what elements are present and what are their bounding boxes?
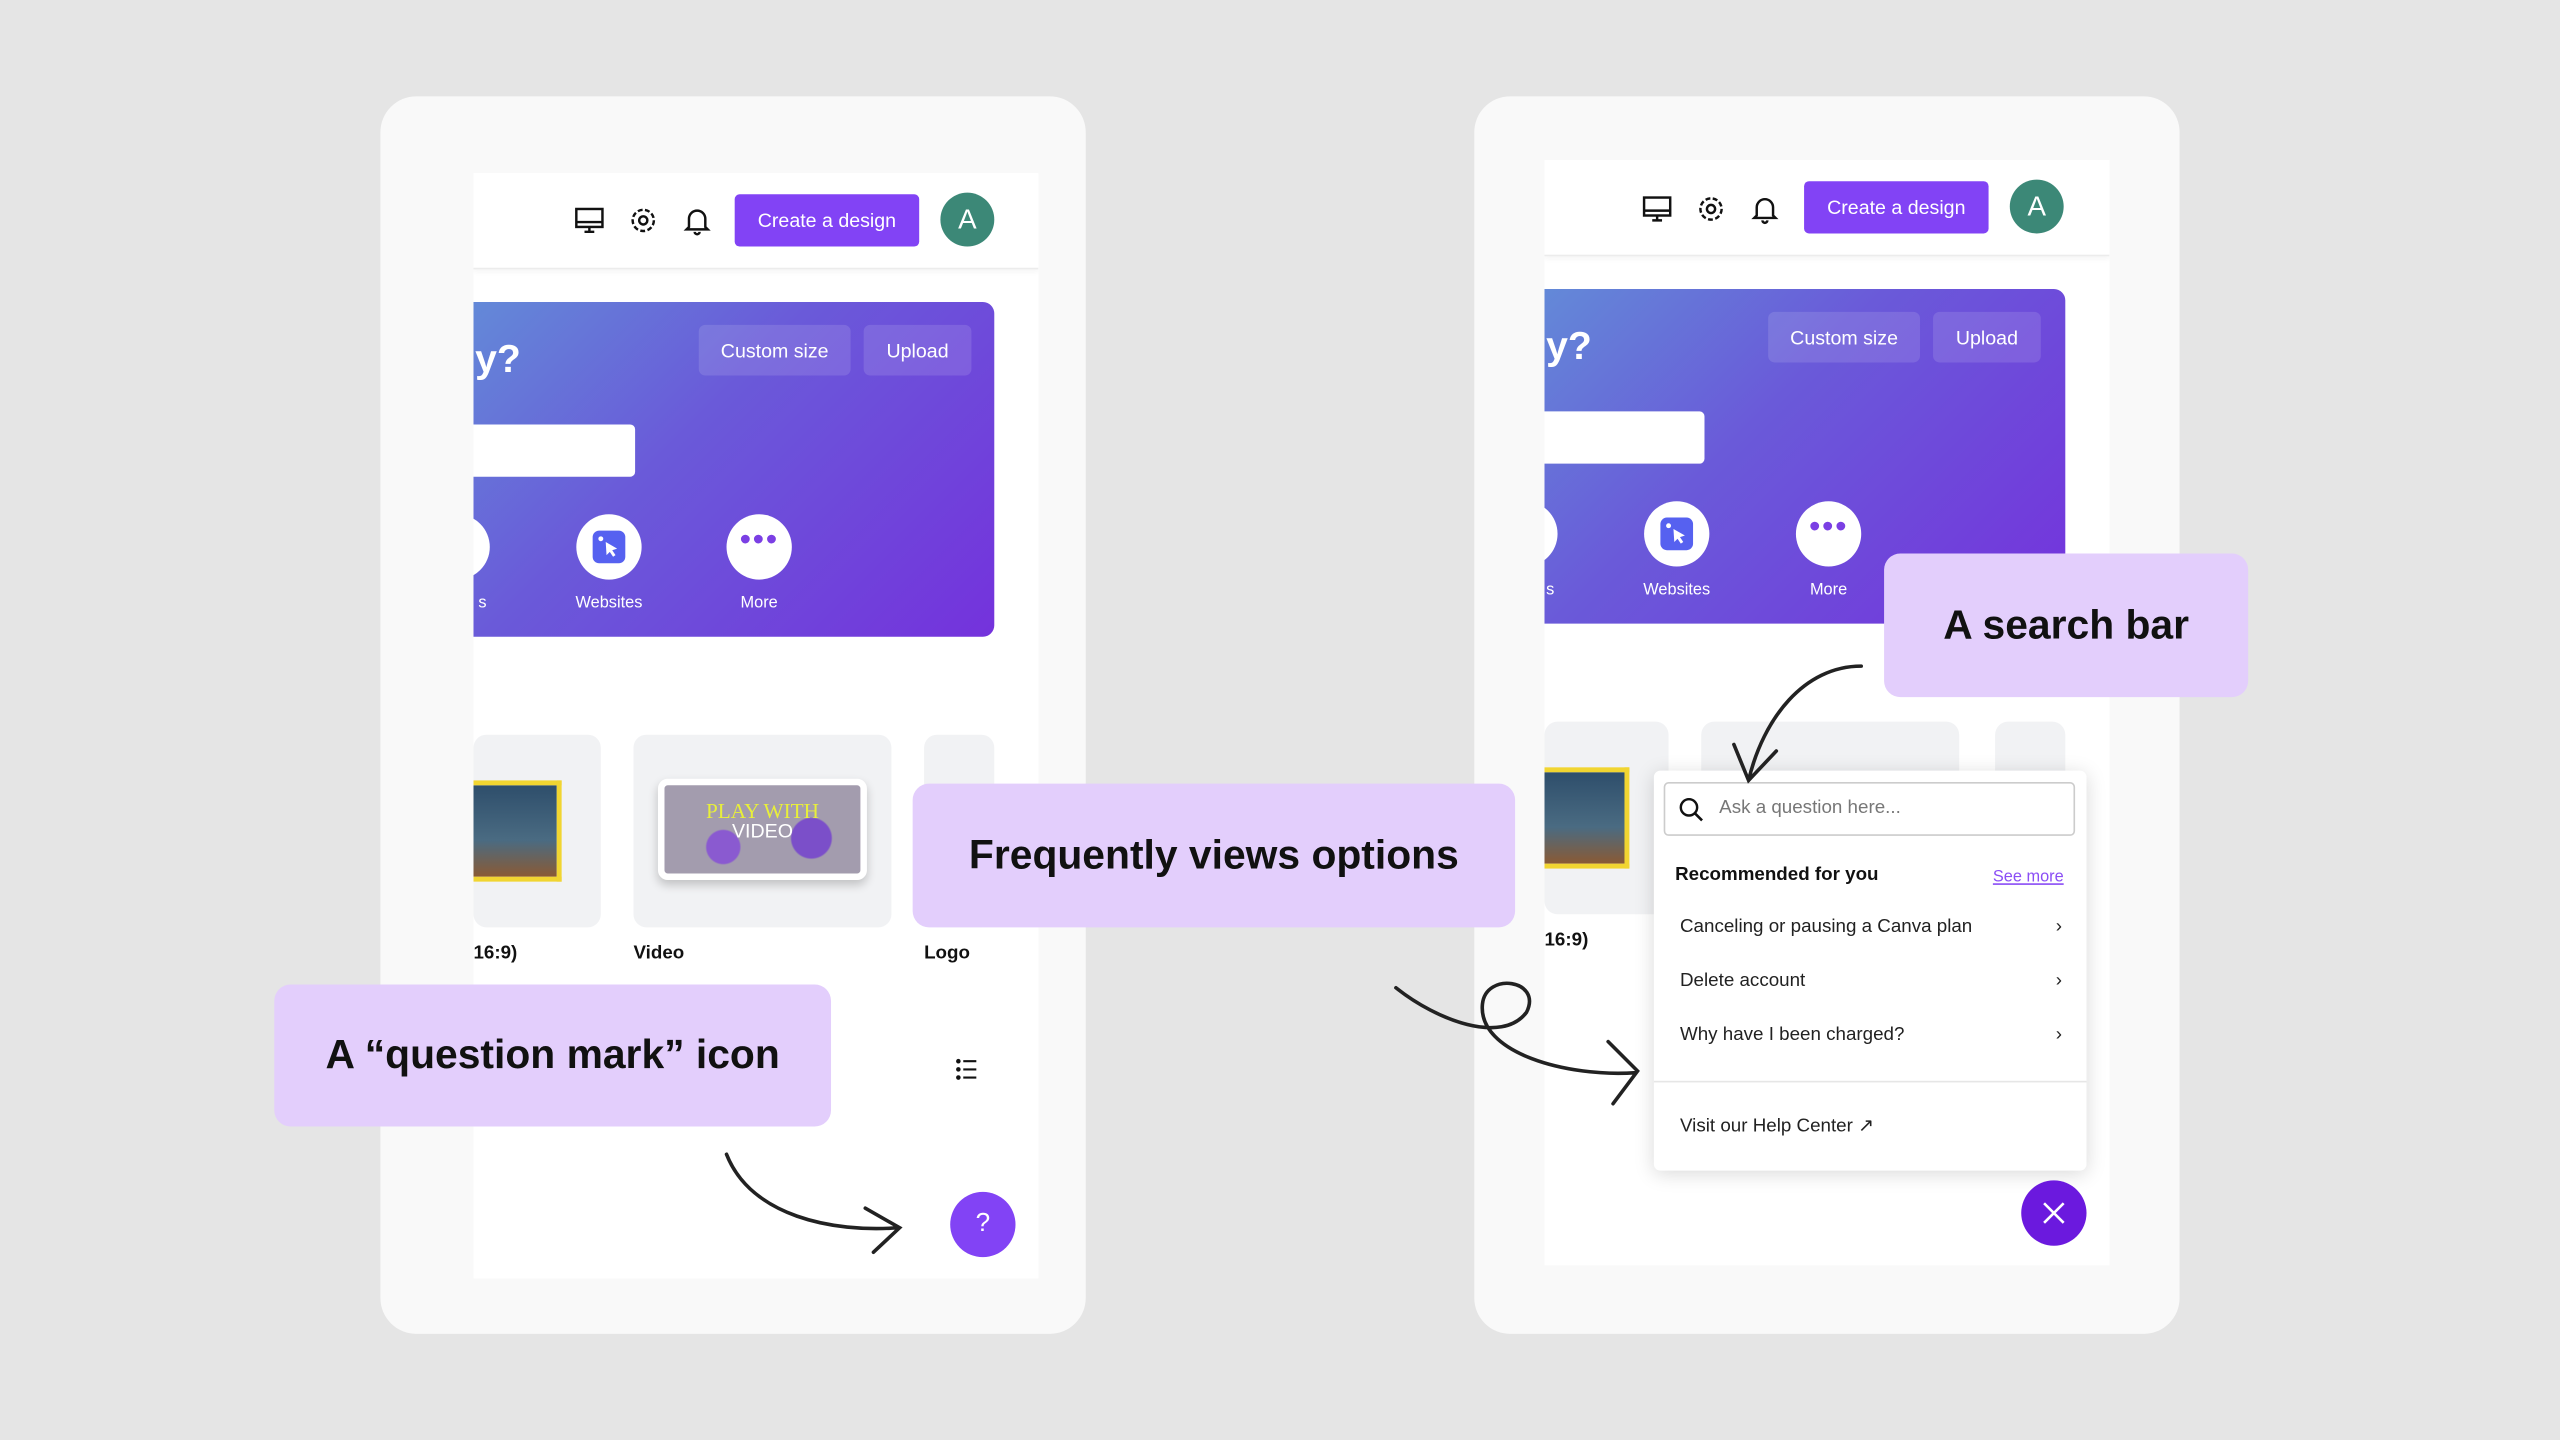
arrow-to-options <box>1394 981 1640 1106</box>
annotation-arrows <box>724 664 1864 1255</box>
arrow-to-question-icon <box>724 1152 903 1255</box>
arrow-to-search-bar <box>1732 664 1864 784</box>
